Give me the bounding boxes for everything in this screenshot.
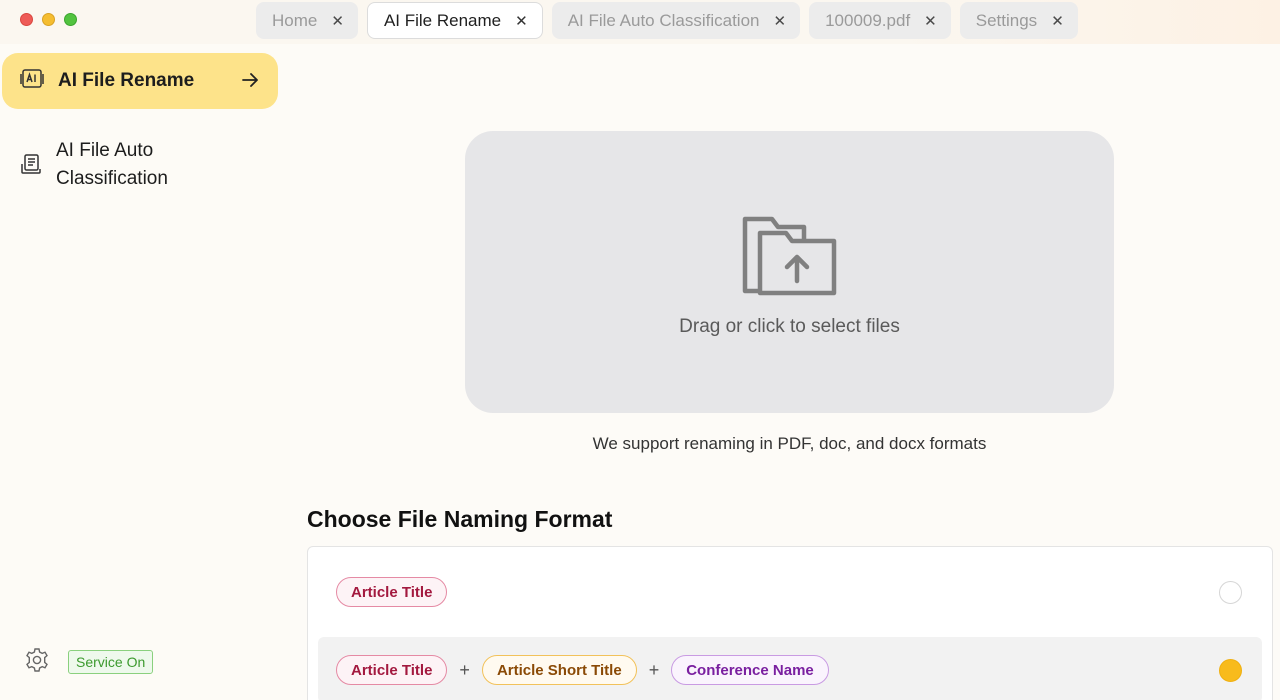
close-window-button[interactable] bbox=[20, 13, 33, 26]
tab-bar: Home ✕ AI File Rename ✕ AI File Auto Cla… bbox=[0, 0, 1280, 44]
naming-format-panel: Article Title Article Title + Article Sh… bbox=[307, 546, 1273, 700]
close-tab-icon[interactable]: ✕ bbox=[515, 12, 528, 30]
naming-format-title: Choose File Naming Format bbox=[307, 506, 613, 532]
window-controls bbox=[20, 13, 77, 26]
close-tab-icon[interactable]: ✕ bbox=[774, 12, 787, 30]
tab-label: AI File Auto Classification bbox=[567, 10, 760, 30]
chip-article-title: Article Title bbox=[336, 655, 448, 685]
sidebar-footer: Service On bbox=[0, 634, 290, 690]
naming-option[interactable]: Article Title + Article Short Title + Co… bbox=[318, 637, 1262, 700]
plus-icon: + bbox=[648, 659, 660, 680]
maximize-window-button[interactable] bbox=[64, 13, 77, 26]
naming-option[interactable]: Article Title bbox=[318, 559, 1262, 625]
tabs: Home ✕ AI File Rename ✕ AI File Auto Cla… bbox=[256, 2, 1078, 39]
close-tab-icon[interactable]: ✕ bbox=[924, 12, 937, 30]
sidebar: AI File Rename AI File Auto Classificati… bbox=[0, 44, 290, 700]
option-radio[interactable] bbox=[1219, 581, 1242, 604]
supported-formats-text: We support renaming in PDF, doc, and doc… bbox=[592, 434, 987, 453]
tab-home[interactable]: Home ✕ bbox=[256, 2, 358, 39]
arrow-right-icon bbox=[240, 70, 260, 95]
chip-article-short-title: Article Short Title bbox=[481, 655, 637, 685]
tab-label: AI File Rename bbox=[383, 10, 502, 30]
gear-icon[interactable] bbox=[24, 647, 50, 678]
tab-pdf-file[interactable]: 100009.pdf ✕ bbox=[809, 2, 951, 39]
document-stack-icon bbox=[20, 153, 42, 180]
tab-ai-file-rename[interactable]: AI File Rename ✕ bbox=[366, 2, 543, 39]
tab-label: 100009.pdf bbox=[825, 10, 911, 30]
service-status-badge: Service On bbox=[68, 650, 154, 674]
sidebar-item-ai-file-auto-classification[interactable]: AI File Auto Classification bbox=[20, 137, 270, 193]
close-tab-icon[interactable]: ✕ bbox=[1051, 12, 1064, 30]
close-tab-icon[interactable]: ✕ bbox=[331, 12, 344, 30]
sidebar-item-label: AI File Rename bbox=[58, 70, 195, 91]
sidebar-item-ai-file-rename[interactable]: AI File Rename bbox=[2, 53, 278, 109]
dropzone-text: Drag or click to select files bbox=[679, 316, 900, 337]
file-dropzone[interactable]: Drag or click to select files bbox=[465, 131, 1114, 413]
sidebar-item-label: AI File Auto Classification bbox=[56, 140, 168, 189]
chip-conference-name: Conference Name bbox=[671, 655, 829, 685]
chip-article-title: Article Title bbox=[336, 577, 448, 607]
ai-text-icon bbox=[20, 68, 44, 95]
tab-label: Home bbox=[272, 10, 318, 30]
folder-upload-icon bbox=[742, 215, 838, 302]
option-radio-selected[interactable] bbox=[1219, 659, 1242, 682]
tab-settings[interactable]: Settings ✕ bbox=[959, 2, 1078, 39]
plus-icon: + bbox=[459, 659, 470, 680]
tab-ai-file-auto-classification[interactable]: AI File Auto Classification ✕ bbox=[551, 2, 801, 39]
minimize-window-button[interactable] bbox=[42, 13, 55, 26]
tab-label: Settings bbox=[975, 10, 1038, 30]
